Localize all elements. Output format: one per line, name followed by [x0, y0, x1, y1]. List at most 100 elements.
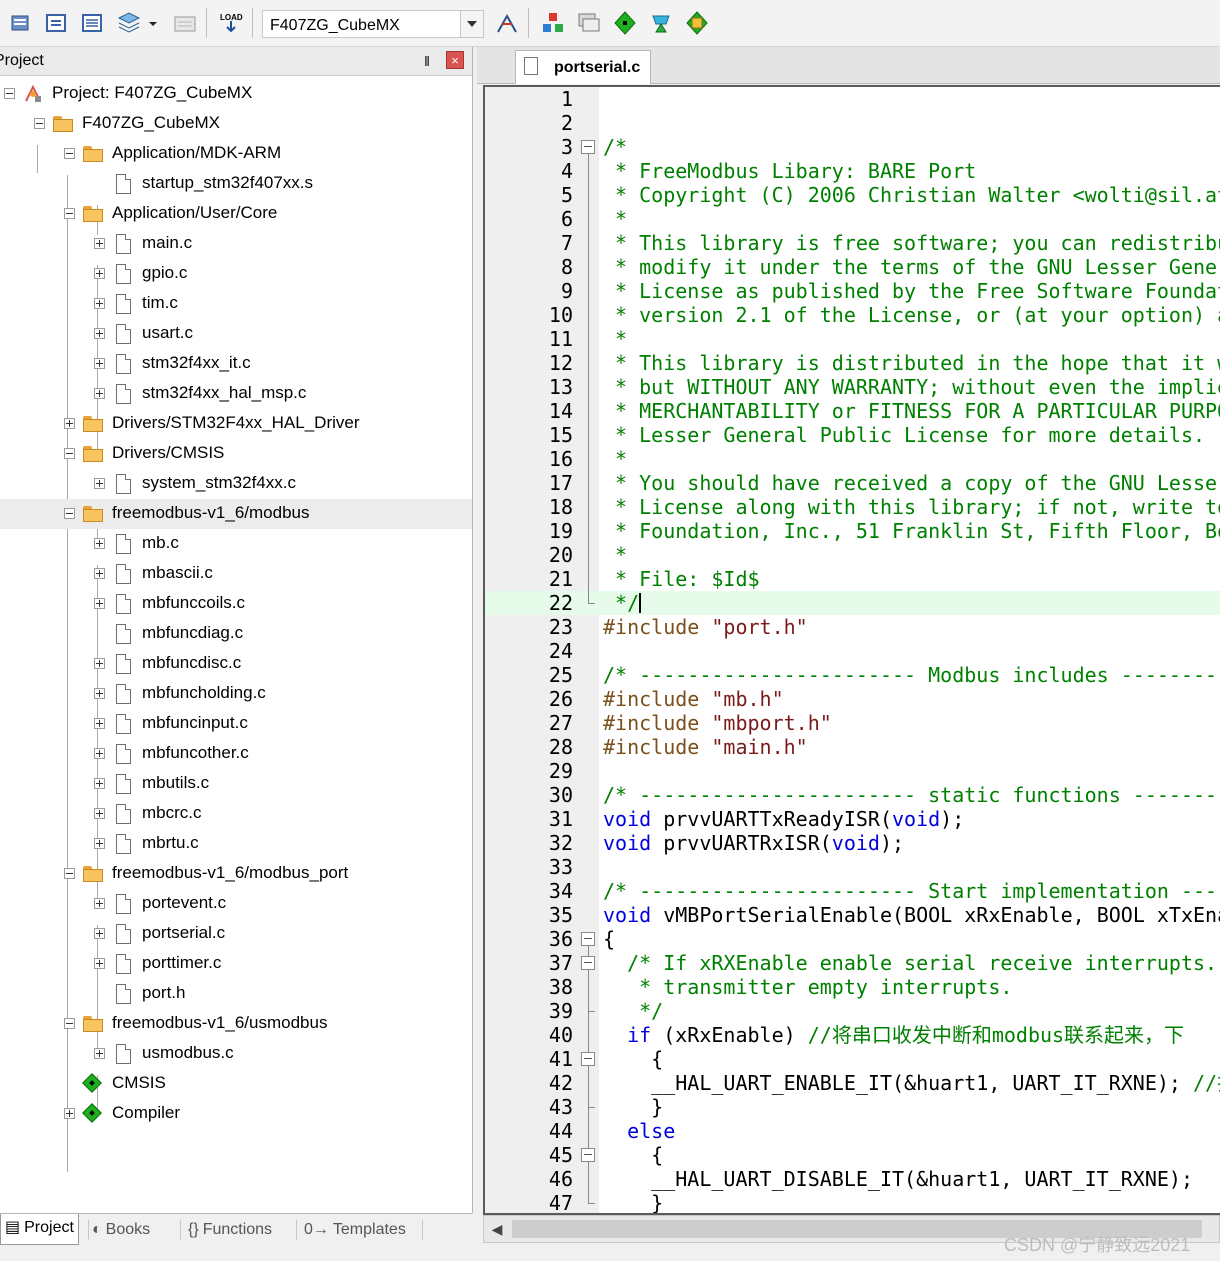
expand-icon[interactable] — [94, 238, 105, 249]
tree-item-mbascii-c[interactable]: mbascii.c — [0, 559, 472, 589]
tab-portserial-c[interactable]: portserial.c — [515, 50, 651, 84]
code-line[interactable]: 38 * transmitter empty interrupts. — [485, 975, 1220, 999]
translate-icon[interactable] — [8, 10, 34, 36]
code-line[interactable]: 9 * License as published by the Free Sof… — [485, 279, 1220, 303]
tree-item-mbutils-c[interactable]: mbutils.c — [0, 769, 472, 799]
tree-item-usmodbus-c[interactable]: usmodbus.c — [0, 1039, 472, 1069]
collapse-icon[interactable] — [64, 1018, 75, 1029]
tree-item-gpio-c[interactable]: gpio.c — [0, 259, 472, 289]
tree-item-freemodbus-v1-6-modbus-port[interactable]: freemodbus-v1_6/modbus_port — [0, 859, 472, 889]
manage-books-icon[interactable] — [576, 10, 602, 36]
code-line[interactable]: 8 * modify it under the terms of the GNU… — [485, 255, 1220, 279]
code-line[interactable]: 16 * — [485, 447, 1220, 471]
tab-books[interactable]: ◐ Books — [92, 1217, 150, 1243]
expand-icon[interactable] — [94, 268, 105, 279]
expand-icon[interactable] — [94, 718, 105, 729]
fold-collapse-icon[interactable] — [581, 140, 595, 154]
expand-icon[interactable] — [94, 478, 105, 489]
tree-item-f407zg-cubemx[interactable]: F407ZG_CubeMX — [0, 109, 472, 139]
code-line[interactable]: 46 __HAL_UART_DISABLE_IT(&huart1, UART_I… — [485, 1167, 1220, 1191]
expand-icon[interactable] — [94, 958, 105, 969]
chevron-down-icon[interactable] — [460, 11, 483, 37]
build-icon[interactable] — [44, 10, 70, 36]
code-line[interactable]: 33 — [485, 855, 1220, 879]
code-line[interactable]: 24 — [485, 639, 1220, 663]
tree-item-main-c[interactable]: main.c — [0, 229, 472, 259]
tree-item-mbfunccoils-c[interactable]: mbfunccoils.c — [0, 589, 472, 619]
code-line[interactable]: 21 * File: $Id$ — [485, 567, 1220, 591]
tree-item-application-user-core[interactable]: Application/User/Core — [0, 199, 472, 229]
expand-icon[interactable] — [94, 808, 105, 819]
collapse-icon[interactable] — [64, 508, 75, 519]
code-line[interactable]: 35 void vMBPortSerialEnable(BOOL xRxEnabl… — [485, 903, 1220, 927]
code-line[interactable]: 13 * but WITHOUT ANY WARRANTY; without e… — [485, 375, 1220, 399]
collapse-icon[interactable] — [34, 118, 45, 129]
tree-item-mbfuncinput-c[interactable]: mbfuncinput.c — [0, 709, 472, 739]
code-line[interactable]: 39 */ — [485, 999, 1220, 1023]
code-line[interactable]: 32 void prvvUARTRxISR(void); — [485, 831, 1220, 855]
expand-icon[interactable] — [94, 778, 105, 789]
code-line[interactable]: 10 * version 2.1 of the License, or (at … — [485, 303, 1220, 327]
code-line[interactable]: 15 * Lesser General Public License for m… — [485, 423, 1220, 447]
run-time-env-icon[interactable] — [684, 10, 710, 36]
code-line[interactable]: 47 } — [485, 1191, 1220, 1213]
code-line[interactable]: 22 */ — [485, 591, 1220, 615]
expand-icon[interactable] — [94, 658, 105, 669]
tree-item-portserial-c[interactable]: portserial.c — [0, 919, 472, 949]
code-line[interactable]: 19 * Foundation, Inc., 51 Franklin St, F… — [485, 519, 1220, 543]
expand-icon[interactable] — [94, 298, 105, 309]
target-select[interactable]: F407ZG_CubeMX — [262, 10, 484, 38]
target-options-icon[interactable] — [494, 10, 520, 36]
chevron-down-icon[interactable] — [146, 10, 160, 36]
tree-item-porttimer-c[interactable]: porttimer.c — [0, 949, 472, 979]
code-line[interactable]: 5 * Copyright (C) 2006 Christian Walter … — [485, 183, 1220, 207]
collapse-icon[interactable] — [64, 868, 75, 879]
tree-item-tim-c[interactable]: tim.c — [0, 289, 472, 319]
code-line[interactable]: 42 __HAL_UART_ENABLE_IT(&huart1, UART_IT… — [485, 1071, 1220, 1095]
code-line[interactable]: 34 /* ----------------------- Start imple… — [485, 879, 1220, 903]
code-line[interactable]: 41 { — [485, 1047, 1220, 1071]
tab-functions[interactable]: {} Functions — [188, 1217, 272, 1243]
tree-item-cmsis[interactable]: CMSIS — [0, 1069, 472, 1099]
tab-project[interactable]: ▤ Project — [0, 1214, 79, 1245]
tree-item-portevent-c[interactable]: portevent.c — [0, 889, 472, 919]
code-line[interactable]: 11 * — [485, 327, 1220, 351]
code-line[interactable]: 7 * This library is free software; you c… — [485, 231, 1220, 255]
expand-icon[interactable] — [94, 358, 105, 369]
code-line[interactable]: 3 /* — [485, 135, 1220, 159]
tree-item-mbrtu-c[interactable]: mbrtu.c — [0, 829, 472, 859]
code-line[interactable]: 29 — [485, 759, 1220, 783]
fold-collapse-icon[interactable] — [581, 1052, 595, 1066]
code-line[interactable]: 20 * — [485, 543, 1220, 567]
expand-icon[interactable] — [94, 688, 105, 699]
expand-icon[interactable] — [94, 538, 105, 549]
code-line[interactable]: 36 { — [485, 927, 1220, 951]
expand-icon[interactable] — [94, 328, 105, 339]
code-line[interactable]: 43 } — [485, 1095, 1220, 1119]
tree-item-usart-c[interactable]: usart.c — [0, 319, 472, 349]
tree-item-drivers-stm32f4xx-hal-driver[interactable]: Drivers/STM32F4xx_HAL_Driver — [0, 409, 472, 439]
expand-icon[interactable] — [64, 418, 75, 429]
expand-icon[interactable] — [94, 1048, 105, 1059]
expand-icon[interactable] — [94, 748, 105, 759]
code-line[interactable]: 37 /* If xRXEnable enable serial receive… — [485, 951, 1220, 975]
batch-build-icon[interactable] — [116, 10, 142, 36]
expand-icon[interactable] — [94, 388, 105, 399]
tree-item-application-mdk-arm[interactable]: Application/MDK-ARM — [0, 139, 472, 169]
download-load-icon[interactable]: LOAD — [218, 10, 244, 36]
collapse-icon[interactable] — [64, 148, 75, 159]
tree-item-drivers-cmsis[interactable]: Drivers/CMSIS — [0, 439, 472, 469]
tree-item-stm32f4xx-hal-msp-c[interactable]: stm32f4xx_hal_msp.c — [0, 379, 472, 409]
stop-build-icon[interactable] — [172, 10, 198, 36]
close-icon[interactable]: × — [446, 51, 464, 69]
code-line[interactable]: 44 else — [485, 1119, 1220, 1143]
tree-item-mbcrc-c[interactable]: mbcrc.c — [0, 799, 472, 829]
code-line[interactable]: 1 — [485, 87, 1220, 111]
expand-icon[interactable] — [64, 1108, 75, 1119]
code-line[interactable]: 45 { — [485, 1143, 1220, 1167]
tree-item-port-h[interactable]: port.h — [0, 979, 472, 1009]
tree-item-system-stm32f4xx-c[interactable]: system_stm32f4xx.c — [0, 469, 472, 499]
code-line[interactable]: 2 — [485, 111, 1220, 135]
code-line[interactable]: 30 /* ----------------------- static func… — [485, 783, 1220, 807]
code-line[interactable]: 18 * License along with this library; if… — [485, 495, 1220, 519]
